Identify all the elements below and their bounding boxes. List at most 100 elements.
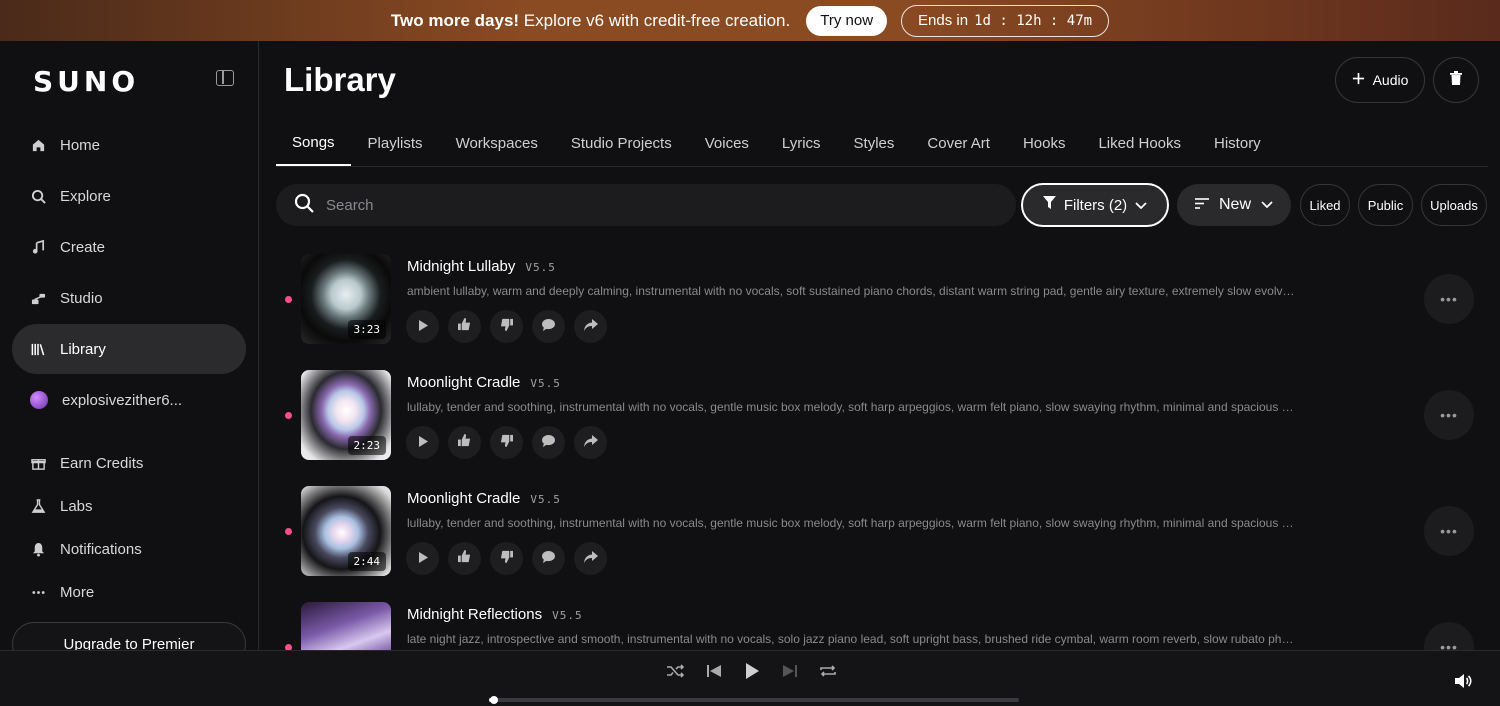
song-duration: 2:23 <box>347 436 386 455</box>
sidebar: SUNO Home Explore Create Studio Library … <box>0 41 259 706</box>
sidebar-item-explore[interactable]: Explore <box>12 171 246 221</box>
filters-button[interactable]: Filters (2) <box>1021 183 1169 227</box>
song-more-options-button[interactable]: ••• <box>1424 622 1474 650</box>
song-cover[interactable] <box>301 602 391 650</box>
try-now-button[interactable]: Try now <box>806 5 888 36</box>
music-note-icon <box>30 239 46 255</box>
ellipsis-icon: ••• <box>1440 291 1458 307</box>
collapse-sidebar-icon[interactable] <box>216 70 234 86</box>
tab-playlists[interactable]: Playlists <box>352 121 439 166</box>
search-icon <box>294 193 314 218</box>
volume-button[interactable] <box>1455 673 1473 694</box>
thumbs-up-icon <box>458 433 471 452</box>
add-audio-button[interactable]: Audio <box>1335 57 1425 103</box>
banner-text: Two more days! Explore v6 with credit-fr… <box>390 10 791 30</box>
sidebar-item-library[interactable]: Library <box>12 324 246 374</box>
tab-lyrics[interactable]: Lyrics <box>766 121 837 166</box>
sidebar-item-studio[interactable]: Studio <box>12 273 246 323</box>
play-icon <box>745 662 759 684</box>
song-row[interactable]: 2:44 Moonlight Cradle V5.5 lullaby, tende… <box>280 486 1480 586</box>
search-input[interactable] <box>326 196 926 214</box>
uploads-filter-chip[interactable]: Uploads <box>1421 184 1487 226</box>
search-icon <box>30 188 46 204</box>
countdown-pill: Ends in 1d : 12h : 47m <box>901 4 1110 37</box>
sidebar-item-more[interactable]: More <box>12 567 246 617</box>
song-row[interactable]: 2:23 Moonlight Cradle V5.5 lullaby, tende… <box>280 370 1480 470</box>
suno-logo[interactable]: SUNO <box>33 65 139 98</box>
song-title[interactable]: Moonlight Cradle V5.5 <box>407 490 561 507</box>
song-style-description: ambient lullaby, warm and deeply calming… <box>407 284 1295 298</box>
comment-icon <box>542 318 555 336</box>
tab-songs[interactable]: Songs <box>276 121 351 166</box>
new-indicator-dot <box>285 412 292 419</box>
song-row[interactable]: Midnight Reflections V5.5 late night jazz… <box>280 602 1480 650</box>
ellipsis-icon <box>30 584 46 600</box>
playback-controls <box>666 662 838 684</box>
shuffle-button[interactable] <box>666 663 686 683</box>
progress-bar[interactable] <box>489 696 1019 704</box>
bell-icon <box>30 541 46 557</box>
tab-history[interactable]: History <box>1198 121 1277 166</box>
tab-voices[interactable]: Voices <box>689 121 765 166</box>
song-title[interactable]: Midnight Reflections V5.5 <box>407 606 583 623</box>
share-button[interactable] <box>574 542 607 575</box>
next-button[interactable] <box>780 663 800 683</box>
song-cover[interactable]: 2:23 <box>301 370 391 460</box>
trash-button[interactable] <box>1433 57 1479 103</box>
play-button[interactable] <box>406 310 439 343</box>
song-cover[interactable]: 3:23 <box>301 254 391 344</box>
player-bar <box>0 650 1500 706</box>
tab-hooks[interactable]: Hooks <box>1007 121 1082 166</box>
dislike-button[interactable] <box>490 426 523 459</box>
like-button[interactable] <box>448 542 481 575</box>
page-title: Library <box>284 61 396 98</box>
sort-dropdown[interactable]: New <box>1177 184 1291 226</box>
comment-icon <box>542 550 555 568</box>
share-button[interactable] <box>574 310 607 343</box>
dislike-button[interactable] <box>490 542 523 575</box>
share-icon <box>583 550 598 568</box>
sidebar-item-profile[interactable]: explosivezither6... <box>12 375 246 425</box>
chevron-down-icon <box>1135 197 1147 214</box>
ellipsis-icon: ••• <box>1440 407 1458 423</box>
thumbs-down-icon <box>500 434 513 452</box>
tab-workspaces[interactable]: Workspaces <box>440 121 554 166</box>
comment-button[interactable] <box>532 542 565 575</box>
song-more-options-button[interactable]: ••• <box>1424 390 1474 440</box>
new-indicator-dot <box>285 296 292 303</box>
like-button[interactable] <box>448 426 481 459</box>
tab-styles[interactable]: Styles <box>838 121 911 166</box>
countdown-value: 1d : 12h : 47m <box>974 12 1093 29</box>
previous-button[interactable] <box>704 663 724 683</box>
song-title[interactable]: Moonlight Cradle V5.5 <box>407 374 561 391</box>
liked-filter-chip[interactable]: Liked <box>1300 184 1350 226</box>
sidebar-item-create[interactable]: Create <box>12 222 246 272</box>
like-button[interactable] <box>448 310 481 343</box>
gift-icon <box>30 455 46 471</box>
comment-button[interactable] <box>532 310 565 343</box>
public-filter-chip[interactable]: Public <box>1358 184 1413 226</box>
repeat-icon <box>819 664 837 683</box>
tab-cover-art[interactable]: Cover Art <box>911 121 1006 166</box>
song-more-options-button[interactable]: ••• <box>1424 274 1474 324</box>
chevron-down-icon <box>1261 196 1273 214</box>
song-row[interactable]: 3:23 Midnight Lullaby V5.5 ambient lullab… <box>280 254 1480 354</box>
play-pause-button[interactable] <box>742 662 762 684</box>
share-button[interactable] <box>574 426 607 459</box>
dislike-button[interactable] <box>490 310 523 343</box>
song-duration: 2:44 <box>347 552 386 571</box>
play-button[interactable] <box>406 426 439 459</box>
comment-button[interactable] <box>532 426 565 459</box>
play-button[interactable] <box>406 542 439 575</box>
model-version: V5.5 <box>530 493 561 506</box>
song-more-options-button[interactable]: ••• <box>1424 506 1474 556</box>
progress-knob[interactable] <box>490 696 499 704</box>
tab-liked-hooks[interactable]: Liked Hooks <box>1082 121 1197 166</box>
song-duration: 3:23 <box>347 320 386 339</box>
tab-studio-projects[interactable]: Studio Projects <box>555 121 688 166</box>
repeat-button[interactable] <box>818 663 838 683</box>
trash-icon <box>1450 70 1462 90</box>
song-title[interactable]: Midnight Lullaby V5.5 <box>407 258 556 275</box>
sidebar-item-home[interactable]: Home <box>12 120 246 170</box>
song-cover[interactable]: 2:44 <box>301 486 391 576</box>
